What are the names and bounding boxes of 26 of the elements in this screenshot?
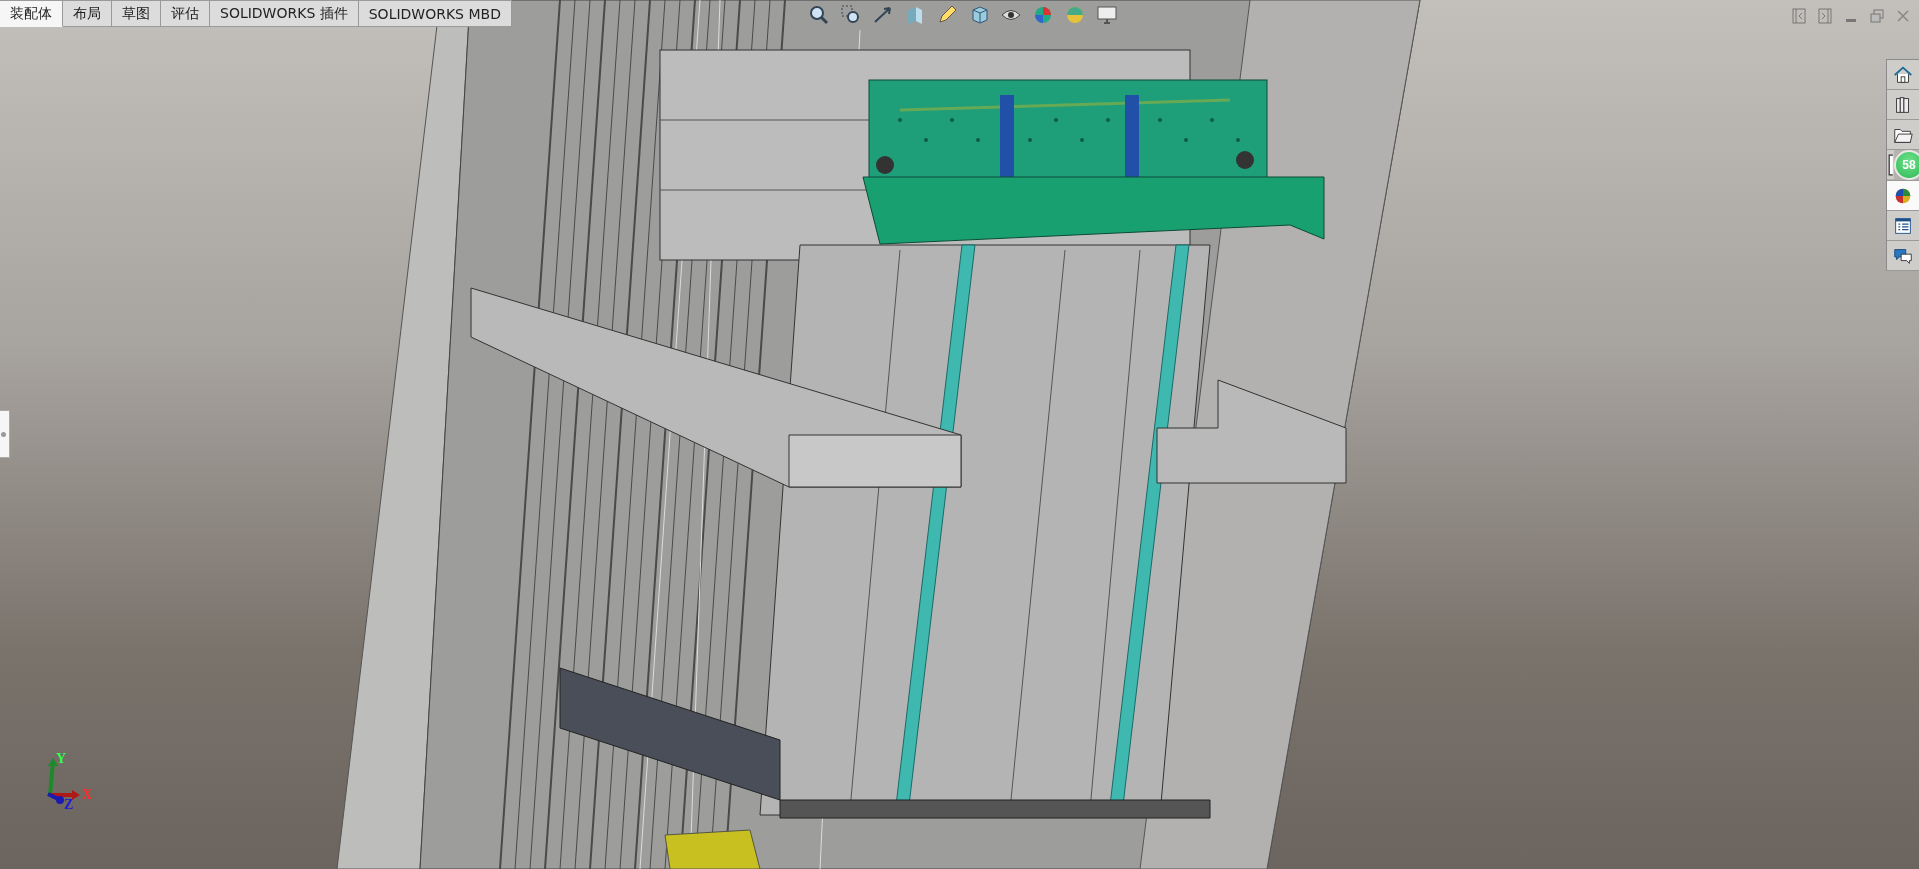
magnifier-icon[interactable] (808, 4, 830, 26)
monitor-icon[interactable] (1096, 4, 1118, 26)
task-pane-tab[interactable] (1887, 150, 1894, 179)
y-axis-arrow (48, 758, 58, 796)
tab[interactable]: 评估 (161, 0, 210, 27)
task-pane-tab[interactable] (1887, 60, 1919, 90)
pencil-icon[interactable] (936, 4, 958, 26)
x-axis-label: X (82, 787, 93, 802)
arrow-icon[interactable] (872, 4, 894, 26)
task-pane-tab[interactable] (1887, 211, 1919, 241)
tab[interactable]: SOLIDWORKS 插件 (210, 0, 359, 27)
x-axis-arrow (50, 790, 80, 800)
task-pane-tab[interactable] (1887, 90, 1919, 120)
tab[interactable]: 布局 (63, 0, 112, 27)
file-icon (1888, 153, 1894, 176)
tab[interactable]: 装配体 (0, 0, 63, 27)
y-axis-label: Y (56, 752, 67, 766)
z-axis-arrow (47, 792, 64, 804)
tab[interactable]: 草图 (112, 0, 161, 27)
task-pane-tab[interactable] (1887, 241, 1919, 271)
task-pane-tab[interactable] (1887, 181, 1919, 211)
task-pane-tab[interactable] (1887, 120, 1919, 150)
panel-collapse-handle[interactable] (0, 410, 10, 458)
tab[interactable]: SOLIDWORKS MBD (358, 0, 512, 27)
z-axis-label: Z (64, 797, 74, 810)
zoom-area-icon[interactable] (840, 4, 862, 26)
